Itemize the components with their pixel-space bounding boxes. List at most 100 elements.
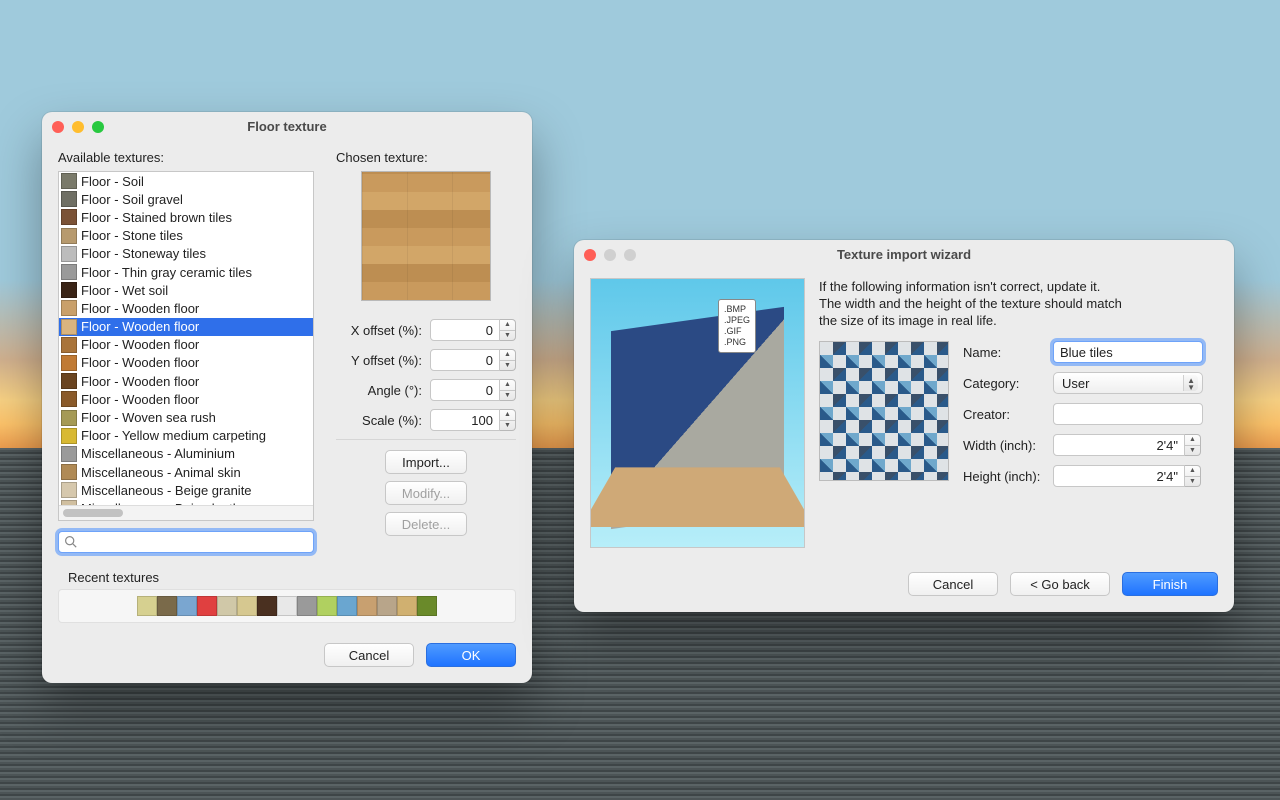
stepper-icon[interactable]: ▲▼ xyxy=(500,379,516,401)
texture-list-item[interactable]: Floor - Wooden floor xyxy=(59,390,313,408)
info-text: the size of its image in real life. xyxy=(819,312,1218,329)
texture-swatch-icon xyxy=(61,173,77,189)
titlebar[interactable]: Texture import wizard xyxy=(574,240,1234,270)
recent-texture-swatch[interactable] xyxy=(197,596,217,616)
height-field[interactable]: 2'4"▲▼ xyxy=(1053,465,1201,487)
stepper-icon[interactable]: ▲▼ xyxy=(500,319,516,341)
recent-texture-swatch[interactable] xyxy=(357,596,377,616)
texture-name: Floor - Wooden floor xyxy=(81,374,199,389)
zoom-icon[interactable] xyxy=(92,121,104,133)
angle-field[interactable]: 0▲▼ xyxy=(430,379,516,401)
recent-texture-swatch[interactable] xyxy=(397,596,417,616)
recent-texture-swatch[interactable] xyxy=(337,596,357,616)
close-icon[interactable] xyxy=(52,121,64,133)
texture-name: Floor - Wooden floor xyxy=(81,301,199,316)
minimize-icon[interactable] xyxy=(72,121,84,133)
texture-swatch-icon xyxy=(61,428,77,444)
texture-swatch-icon xyxy=(61,282,77,298)
recent-texture-swatch[interactable] xyxy=(217,596,237,616)
texture-name: Miscellaneous - Beige granite xyxy=(81,483,252,498)
texture-list-item[interactable]: Floor - Thin gray ceramic tiles xyxy=(59,263,313,281)
texture-swatch-icon xyxy=(61,337,77,353)
texture-name: Floor - Stoneway tiles xyxy=(81,246,206,261)
name-field[interactable]: Blue tiles xyxy=(1053,341,1203,363)
texture-name: Floor - Wet soil xyxy=(81,283,168,298)
texture-preview xyxy=(361,171,491,301)
texture-import-wizard-dialog: Texture import wizard .BMP .JPEG .GIF .P… xyxy=(574,240,1234,612)
chosen-texture-label: Chosen texture: xyxy=(336,150,516,165)
x-offset-field[interactable]: 0▲▼ xyxy=(430,319,516,341)
texture-list-item[interactable]: Floor - Wooden floor xyxy=(59,318,313,336)
stepper-icon[interactable]: ▲▼ xyxy=(500,349,516,371)
import-button[interactable]: Import... xyxy=(385,450,467,474)
cancel-button[interactable]: Cancel xyxy=(324,643,414,667)
texture-list-item[interactable]: Floor - Yellow medium carpeting xyxy=(59,427,313,445)
recent-texture-swatch[interactable] xyxy=(137,596,157,616)
scale-field[interactable]: 100▲▼ xyxy=(430,409,516,431)
delete-button[interactable]: Delete... xyxy=(385,512,467,536)
texture-list[interactable]: Floor - SoilFloor - Soil gravelFloor - S… xyxy=(58,171,314,521)
recent-texture-swatch[interactable] xyxy=(377,596,397,616)
texture-list-item[interactable]: Miscellaneous - Aluminium xyxy=(59,445,313,463)
creator-field[interactable] xyxy=(1053,403,1203,425)
creator-label: Creator: xyxy=(963,407,1053,422)
cancel-button[interactable]: Cancel xyxy=(908,572,998,596)
texture-list-item[interactable]: Floor - Woven sea rush xyxy=(59,408,313,426)
search-input[interactable] xyxy=(58,531,314,553)
texture-list-item[interactable]: Floor - Stoneway tiles xyxy=(59,245,313,263)
modify-button[interactable]: Modify... xyxy=(385,481,467,505)
texture-list-item[interactable]: Floor - Wet soil xyxy=(59,281,313,299)
texture-list-item[interactable]: Floor - Wooden floor xyxy=(59,372,313,390)
stepper-icon[interactable]: ▲▼ xyxy=(1185,465,1201,487)
texture-list-item[interactable]: Floor - Soil xyxy=(59,172,313,190)
texture-swatch-icon xyxy=(61,264,77,280)
texture-list-item[interactable]: Floor - Soil gravel xyxy=(59,190,313,208)
ok-button[interactable]: OK xyxy=(426,643,516,667)
finish-button[interactable]: Finish xyxy=(1122,572,1218,596)
recent-texture-swatch[interactable] xyxy=(297,596,317,616)
recent-texture-swatch[interactable] xyxy=(157,596,177,616)
recent-textures xyxy=(58,589,516,623)
texture-swatch-icon xyxy=(61,373,77,389)
y-offset-label: Y offset (%): xyxy=(336,353,422,368)
recent-texture-swatch[interactable] xyxy=(237,596,257,616)
search-icon xyxy=(64,535,77,548)
height-label: Height (inch): xyxy=(963,469,1053,484)
texture-name: Floor - Wooden floor xyxy=(81,337,199,352)
texture-name: Floor - Soil xyxy=(81,174,144,189)
texture-name: Floor - Thin gray ceramic tiles xyxy=(81,265,252,280)
texture-list-item[interactable]: Floor - Wooden floor xyxy=(59,354,313,372)
texture-name: Floor - Wooden floor xyxy=(81,392,199,407)
floor-texture-dialog: Floor texture Available textures: Floor … xyxy=(42,112,532,683)
recent-texture-swatch[interactable] xyxy=(417,596,437,616)
recent-texture-swatch[interactable] xyxy=(277,596,297,616)
y-offset-field[interactable]: 0▲▼ xyxy=(430,349,516,371)
scale-label: Scale (%): xyxy=(336,413,422,428)
texture-list-item[interactable]: Floor - Stone tiles xyxy=(59,227,313,245)
texture-swatch-icon xyxy=(61,464,77,480)
stepper-icon[interactable]: ▲▼ xyxy=(1185,434,1201,456)
texture-swatch-icon xyxy=(61,319,77,335)
texture-name: Floor - Soil gravel xyxy=(81,192,183,207)
scrollbar-horizontal[interactable] xyxy=(59,505,313,520)
texture-list-item[interactable]: Floor - Wooden floor xyxy=(59,336,313,354)
texture-list-item[interactable]: Floor - Wooden floor xyxy=(59,299,313,317)
category-select[interactable]: User▲▼ xyxy=(1053,372,1203,394)
dialog-title: Floor texture xyxy=(42,112,532,142)
titlebar[interactable]: Floor texture xyxy=(42,112,532,142)
texture-list-item[interactable]: Floor - Stained brown tiles xyxy=(59,208,313,226)
width-field[interactable]: 2'4"▲▼ xyxy=(1053,434,1201,456)
texture-list-item[interactable]: Miscellaneous - Beige granite xyxy=(59,481,313,499)
name-label: Name: xyxy=(963,345,1053,360)
wizard-illustration: .BMP .JPEG .GIF .PNG xyxy=(590,278,805,548)
texture-list-item[interactable]: Miscellaneous - Animal skin xyxy=(59,463,313,481)
close-icon[interactable] xyxy=(584,249,596,261)
go-back-button[interactable]: < Go back xyxy=(1010,572,1110,596)
texture-name: Floor - Yellow medium carpeting xyxy=(81,428,266,443)
recent-textures-label: Recent textures xyxy=(68,570,159,585)
recent-texture-swatch[interactable] xyxy=(177,596,197,616)
stepper-icon[interactable]: ▲▼ xyxy=(500,409,516,431)
info-text: The width and the height of the texture … xyxy=(819,295,1218,312)
recent-texture-swatch[interactable] xyxy=(317,596,337,616)
recent-texture-swatch[interactable] xyxy=(257,596,277,616)
